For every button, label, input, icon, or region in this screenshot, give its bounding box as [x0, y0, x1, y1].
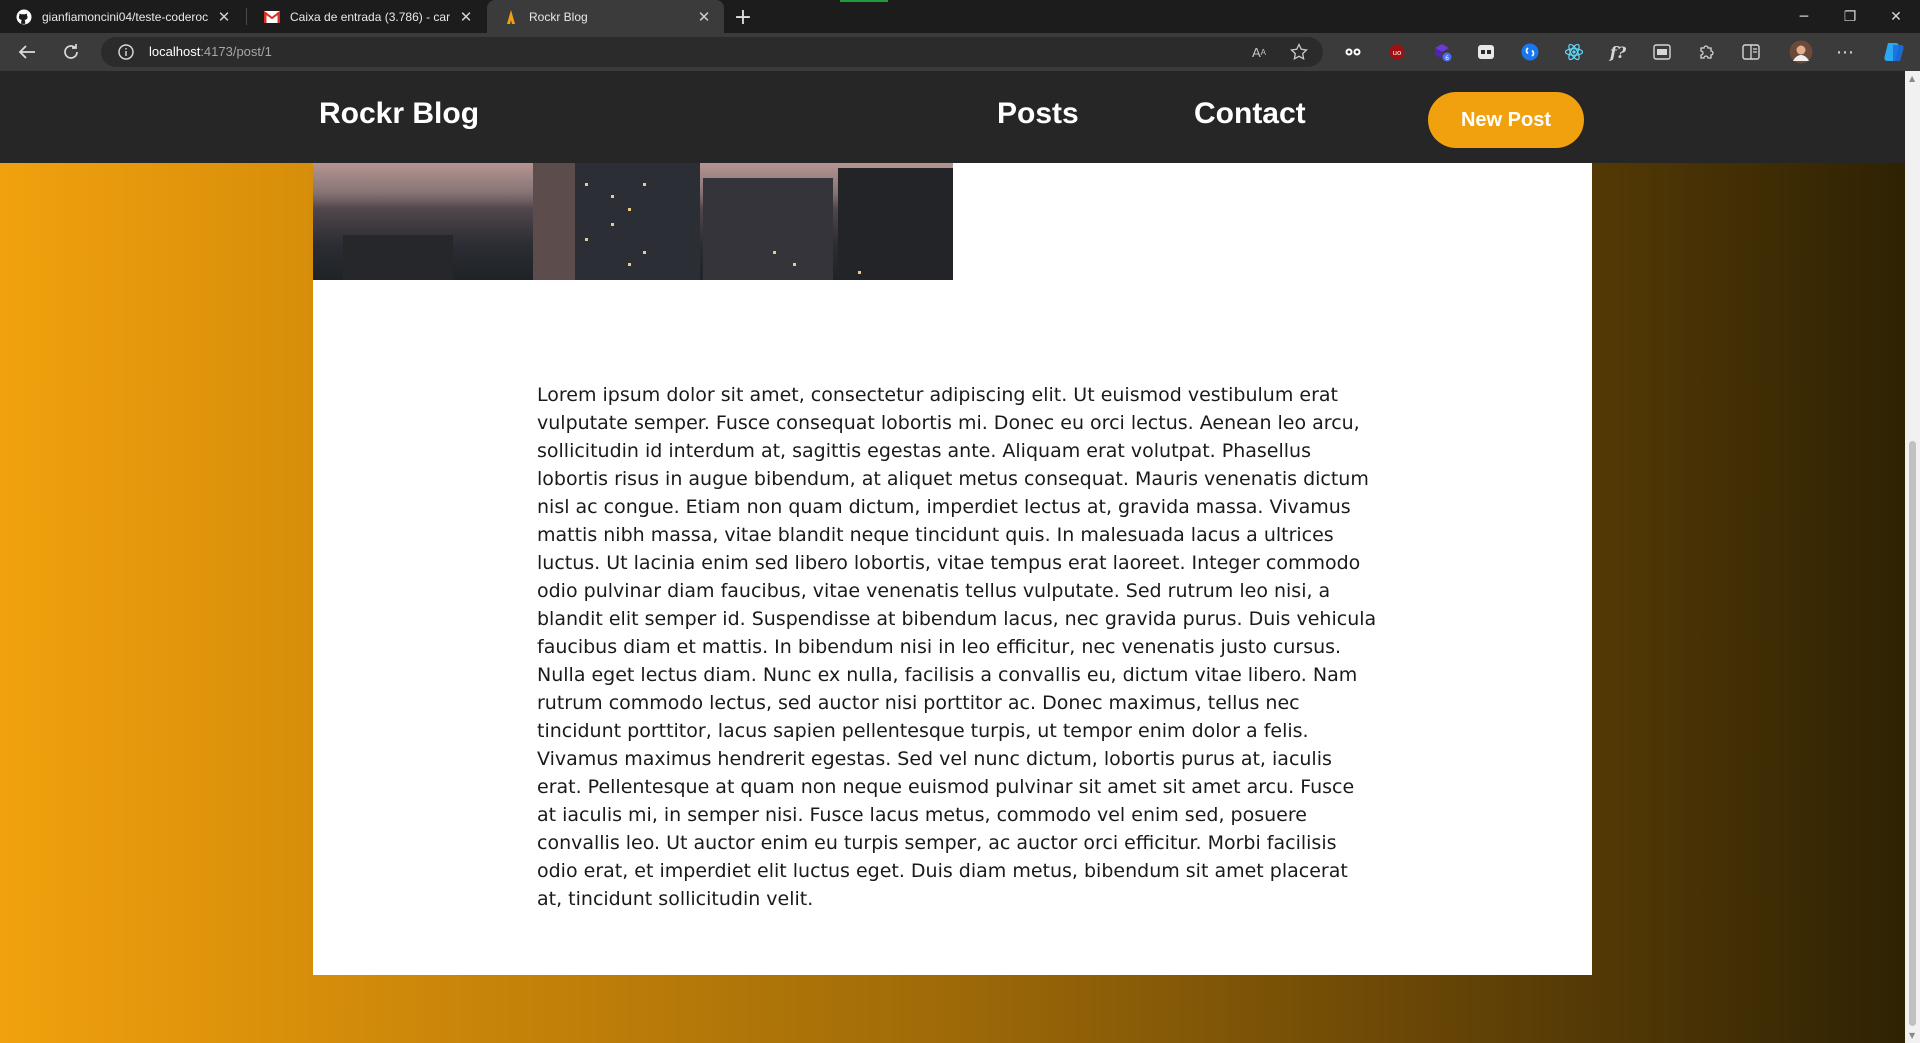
copilot-icon[interactable]: [1881, 39, 1907, 65]
url-text: localhost:4173/post/1: [149, 44, 272, 59]
image-light: [611, 195, 614, 198]
read-aloud-icon[interactable]: AA: [1249, 42, 1269, 62]
browser-tab-strip: gianfiamoncini04/teste-coderocke ✕ Caixa…: [0, 0, 1920, 33]
image-light: [643, 251, 646, 254]
image-light: [585, 238, 588, 241]
image-light: [628, 208, 631, 211]
browser-tab-gmail[interactable]: Caixa de entrada (3.786) - carlo.g ✕: [248, 0, 486, 33]
rockr-favicon-icon: [503, 9, 519, 25]
image-building: [533, 163, 575, 280]
image-building: [838, 168, 953, 280]
extension-box-icon[interactable]: [1476, 42, 1496, 62]
close-icon[interactable]: ✕: [456, 7, 476, 27]
extensions-puzzle-icon[interactable]: [1696, 42, 1716, 62]
extension-react-icon[interactable]: [1564, 42, 1584, 62]
image-light: [858, 271, 861, 274]
minimize-button[interactable]: ─: [1781, 0, 1827, 33]
scrollbar-thumb[interactable]: [1909, 441, 1916, 1026]
tab-title: Caixa de entrada (3.786) - carlo.g: [290, 9, 450, 24]
nav-contact-link[interactable]: Contact: [1194, 97, 1306, 131]
browser-tab-rockr-blog[interactable]: Rockr Blog ✕: [487, 0, 724, 33]
close-icon[interactable]: ✕: [214, 7, 234, 27]
image-light: [773, 251, 776, 254]
image-light: [628, 263, 631, 266]
favorite-star-icon[interactable]: [1289, 42, 1309, 62]
image-building: [343, 235, 453, 280]
browser-toolbar: localhost:4173/post/1 AA uo 6 f? ⋯: [0, 33, 1920, 72]
reload-icon: [64, 44, 78, 59]
image-building: [703, 178, 833, 280]
image-light: [611, 223, 614, 226]
tab-divider: [246, 8, 247, 25]
extension-font-icon[interactable]: f?: [1608, 42, 1628, 62]
tab-title: Rockr Blog: [529, 9, 588, 24]
tab-indicator: [840, 0, 888, 2]
new-tab-button[interactable]: +: [729, 3, 757, 31]
new-post-button[interactable]: New Post: [1428, 92, 1584, 148]
collections-icon[interactable]: [1741, 42, 1761, 62]
image-building: [575, 163, 700, 280]
tab-title: gianfiamoncini04/teste-coderocke: [42, 9, 208, 24]
nav-posts-link[interactable]: Posts: [997, 97, 1079, 131]
post-card: Lorem ipsum dolor sit amet, consectetur …: [313, 163, 1592, 975]
site-info-icon[interactable]: [117, 43, 135, 61]
image-light: [643, 183, 646, 186]
image-light: [793, 263, 796, 266]
github-icon: [16, 9, 32, 25]
back-arrow-icon: [18, 45, 35, 59]
close-window-button[interactable]: ✕: [1873, 0, 1919, 33]
restore-button[interactable]: ❐: [1827, 0, 1873, 33]
post-body: Lorem ipsum dolor sit amet, consectetur …: [537, 384, 1377, 910]
post-image: [313, 163, 953, 280]
scroll-up-icon[interactable]: ▲: [1909, 74, 1916, 83]
extension-shazam-icon[interactable]: [1520, 42, 1540, 62]
browser-tab-github[interactable]: gianfiamoncini04/teste-coderocke ✕: [0, 0, 244, 33]
reload-button[interactable]: [56, 38, 86, 66]
url-host: localhost: [149, 44, 201, 59]
scroll-down-icon[interactable]: ▼: [1909, 1031, 1916, 1040]
profile-avatar[interactable]: [1789, 40, 1813, 64]
extension-screen-icon[interactable]: [1652, 42, 1672, 62]
site-header: Rockr Blog Posts Contact New Post: [0, 71, 1905, 163]
svg-text:6: 6: [1445, 55, 1449, 62]
image-light: [585, 183, 588, 186]
extension-purple-badge-icon[interactable]: 6: [1432, 42, 1452, 62]
address-bar[interactable]: localhost:4173/post/1 AA: [101, 37, 1323, 67]
url-path: :4173/post/1: [200, 44, 272, 59]
back-button[interactable]: [12, 38, 42, 66]
page-viewport: Rockr Blog Posts Contact New Post Lorem …: [0, 71, 1905, 1043]
more-menu-icon[interactable]: ⋯: [1835, 42, 1855, 63]
brand-logo[interactable]: Rockr Blog: [319, 97, 479, 131]
extension-ublock-icon[interactable]: uo: [1387, 42, 1407, 62]
gmail-icon: [264, 9, 280, 25]
extension-glasses-icon[interactable]: [1343, 42, 1363, 62]
page-scrollbar[interactable]: ▲ ▼: [1905, 71, 1920, 1043]
svg-text:uo: uo: [1393, 49, 1402, 57]
close-icon[interactable]: ✕: [694, 7, 714, 27]
